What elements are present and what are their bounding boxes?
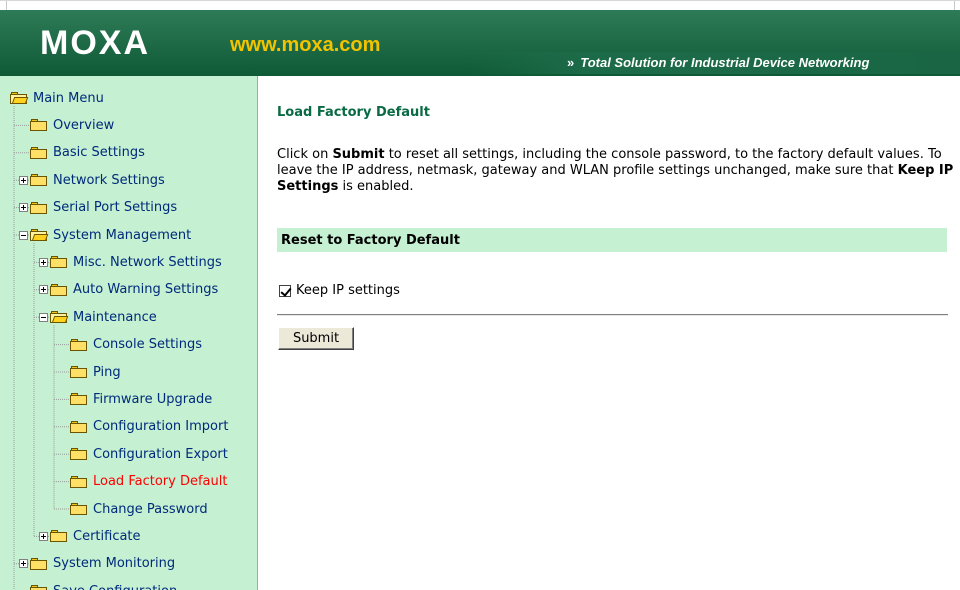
keep-ip-label: Keep IP settings <box>296 283 400 298</box>
folder-icon <box>30 146 48 160</box>
tree-item-basic-settings[interactable]: Basic Settings <box>30 143 145 163</box>
section-header: Reset to Factory Default <box>277 228 947 252</box>
submit-button[interactable]: Submit <box>278 327 354 350</box>
folder-icon <box>30 584 48 590</box>
folder-open-icon <box>30 228 49 242</box>
tree-item-label: Network Settings <box>53 172 165 188</box>
tree-item-auto-warning-settings[interactable]: Auto Warning Settings <box>39 280 218 300</box>
folder-icon <box>70 502 88 516</box>
tree-item-label: Certificate <box>73 528 141 544</box>
tree-item-console-settings[interactable]: Console Settings <box>70 335 202 355</box>
tree-item-configuration-export[interactable]: Configuration Export <box>70 444 228 464</box>
tree-item-label: Configuration Import <box>93 419 229 435</box>
expand-plus-icon[interactable] <box>39 531 48 541</box>
tree-item-label: Ping <box>93 364 121 380</box>
folder-icon <box>30 557 48 571</box>
tree-item-load-factory-default[interactable]: Load Factory Default <box>70 472 227 492</box>
divider <box>277 314 948 316</box>
description-text: Click on Submit to reset all settings, i… <box>277 147 957 195</box>
header-banner: MOXA www.moxa.com » Total Solution for In… <box>0 10 960 76</box>
expand-plus-icon[interactable] <box>19 203 28 213</box>
tree-item-system-management[interactable]: System Management <box>19 225 191 245</box>
browser-frame-strip <box>0 0 960 11</box>
folder-icon <box>30 118 48 132</box>
tree-item-certificate[interactable]: Certificate <box>39 526 141 546</box>
tree-item-label: Save Configuration <box>53 584 177 590</box>
tree-item-label: Auto Warning Settings <box>73 282 219 298</box>
tree-item-label: System Monitoring <box>53 556 176 572</box>
tree-item-misc-network-settings[interactable]: Misc. Network Settings <box>39 252 222 272</box>
tree-item-overview[interactable]: Overview <box>30 115 114 135</box>
tree-item-configuration-import[interactable]: Configuration Import <box>70 417 228 437</box>
tree-item-firmware-upgrade[interactable]: Firmware Upgrade <box>70 389 212 409</box>
tree-item-label: Overview <box>53 117 115 133</box>
tree-item-save-configuration[interactable]: Save Configuration <box>30 581 177 590</box>
expand-plus-icon[interactable] <box>39 257 48 267</box>
sidebar-tree: Main Menu Overview Basic Settings Network S… <box>0 76 258 590</box>
tree-item-label: Firmware Upgrade <box>93 391 213 407</box>
keep-ip-option[interactable]: Keep IP settings <box>279 283 400 298</box>
description-part: Click on <box>277 147 333 162</box>
collapse-minus-icon[interactable] <box>19 230 28 240</box>
folder-icon <box>50 255 68 269</box>
folder-icon <box>70 420 88 434</box>
folder-icon <box>30 173 48 187</box>
tree-item-main-menu[interactable]: Main Menu <box>10 88 104 108</box>
tagline: » Total Solution for Industrial Device Ne… <box>567 55 869 70</box>
page-title: Load Factory Default <box>277 105 430 120</box>
expand-plus-icon[interactable] <box>39 285 48 295</box>
tree-item-network-settings[interactable]: Network Settings <box>19 170 165 190</box>
folder-icon <box>70 338 88 352</box>
collapse-minus-icon[interactable] <box>39 312 48 322</box>
moxa-logo: MOXA <box>40 24 150 62</box>
keep-ip-checkbox[interactable] <box>279 284 291 297</box>
tree-item-serial-port-settings[interactable]: Serial Port Settings <box>19 198 177 218</box>
tree-item-maintenance[interactable]: Maintenance <box>39 307 157 327</box>
expand-plus-icon[interactable] <box>19 175 28 185</box>
tagline-text: Total Solution for Industrial Device Net… <box>580 55 870 70</box>
tree-item-label: Basic Settings <box>53 145 145 161</box>
section-title: Reset to Factory Default <box>281 232 460 248</box>
tree-item-label: Configuration Export <box>93 446 228 462</box>
tree-item-label: Serial Port Settings <box>53 200 178 216</box>
tree-item-label: System Management <box>53 227 192 243</box>
double-chevron-icon: » <box>567 55 575 70</box>
tree-item-label: Change Password <box>93 501 208 517</box>
folder-icon <box>70 447 88 461</box>
tree-item-system-monitoring[interactable]: System Monitoring <box>19 554 175 574</box>
tree-item-label: Load Factory Default <box>93 474 228 490</box>
description-bold-submit: Submit <box>332 147 385 162</box>
tree-item-label: Misc. Network Settings <box>73 254 222 270</box>
folder-icon <box>70 392 88 406</box>
folder-icon <box>50 283 68 297</box>
folder-icon <box>70 475 88 489</box>
main-content: Load Factory Default Click on Submit to … <box>270 76 953 590</box>
folder-open-icon <box>10 91 29 105</box>
tree-item-ping[interactable]: Ping <box>70 362 121 382</box>
expand-plus-icon[interactable] <box>19 559 28 569</box>
tree-item-label: Maintenance <box>73 309 157 325</box>
site-url[interactable]: www.moxa.com <box>230 34 380 57</box>
tree-item-label: Console Settings <box>93 337 203 353</box>
description-part: is enabled. <box>338 179 414 194</box>
folder-icon <box>30 201 48 215</box>
tree-item-label: Main Menu <box>33 90 104 106</box>
tree-item-change-password[interactable]: Change Password <box>70 499 208 519</box>
folder-open-icon <box>50 310 69 324</box>
folder-icon <box>50 529 68 543</box>
folder-icon <box>70 365 88 379</box>
